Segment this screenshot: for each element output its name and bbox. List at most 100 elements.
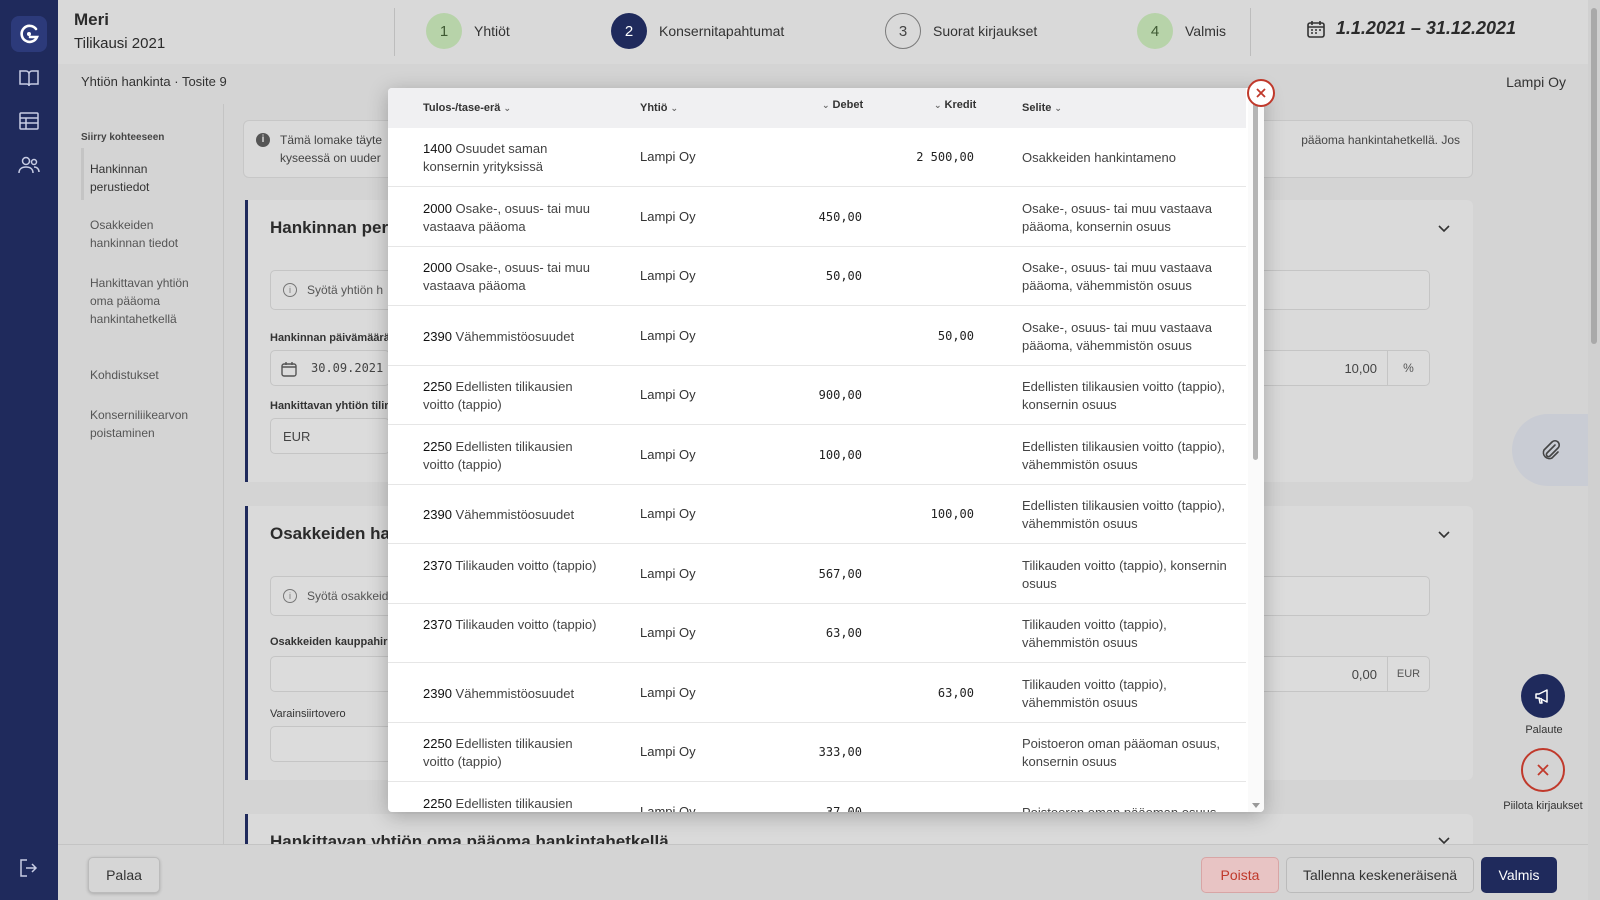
column-label: Selite bbox=[1022, 102, 1052, 114]
account-cell: 1400 Osuudet saman konsernin yrityksissä bbox=[423, 140, 603, 176]
app-logo-icon[interactable] bbox=[11, 16, 47, 52]
account-cell: 2000 Osake-, osuus- tai muu vastaava pää… bbox=[423, 259, 603, 295]
step-label: Suorat kirjaukset bbox=[933, 23, 1038, 39]
feedback-label: Palaute bbox=[1525, 724, 1563, 736]
date-label: Hankinnan päivämäärä bbox=[270, 332, 390, 344]
step-number: 4 bbox=[1137, 13, 1173, 49]
company-cell: Lampi Oy bbox=[640, 506, 696, 521]
column-company[interactable]: Yhtiö ⌄ bbox=[640, 102, 678, 114]
scroll-down-icon[interactable] bbox=[1252, 803, 1260, 808]
description-cell: Tilikauden voitto (tappio), vähemmistön … bbox=[1022, 617, 1167, 650]
description-cell: Osake-, osuus- tai muu vastaava pääoma, … bbox=[1022, 319, 1213, 353]
info-icon: i bbox=[283, 283, 297, 297]
table-header: Tulos-/tase-erä ⌄ Yhtiö ⌄ ⌄ Debet ⌄ Kredit S… bbox=[388, 88, 1246, 128]
table-row: 2390 Vähemmistöosuudet Lampi Oy 50,00 Osake… bbox=[388, 307, 1246, 366]
price-label: Osakkeiden kauppahir bbox=[270, 636, 388, 648]
bottom-bar: Palaa Poista Tallenna keskeneräisenä Val… bbox=[58, 844, 1588, 900]
step-label: Valmis bbox=[1185, 23, 1226, 39]
percent-unit: % bbox=[1387, 351, 1429, 385]
account-code: 2390 bbox=[423, 328, 452, 344]
description-cell: Osake-, osuus- tai muu vastaava pääoma, … bbox=[1022, 200, 1213, 234]
step-direct-entries[interactable]: 3 Suorat kirjaukset bbox=[885, 12, 1037, 50]
logout-icon[interactable] bbox=[17, 856, 41, 880]
table-row: 2000 Osake-, osuus- tai muu vastaava pää… bbox=[388, 247, 1246, 306]
info-icon: i bbox=[256, 133, 270, 147]
nav-item-equity[interactable]: Hankittavan yhtiön oma pääoma hankintahe… bbox=[90, 274, 210, 328]
account-code: 2370 bbox=[423, 557, 452, 573]
save-draft-button[interactable]: Tallenna keskeneräisenä bbox=[1286, 857, 1474, 893]
back-button[interactable]: Palaa bbox=[88, 857, 160, 893]
table-row: 2250 Edellisten tilikausien voitto (tapp… bbox=[388, 723, 1246, 782]
account-code: 2250 bbox=[423, 379, 452, 394]
column-description[interactable]: Selite ⌄ bbox=[1022, 102, 1062, 114]
nav-item-allocations[interactable]: Kohdistukset bbox=[90, 366, 210, 384]
table-icon[interactable] bbox=[17, 109, 41, 133]
account-code: 2000 bbox=[423, 260, 452, 275]
users-icon[interactable] bbox=[17, 153, 41, 177]
info-text: pääoma hankintahetkellä. Jos bbox=[1301, 133, 1460, 147]
page-scrollbar[interactable] bbox=[1588, 0, 1600, 900]
book-icon[interactable] bbox=[17, 66, 41, 90]
column-account[interactable]: Tulos-/tase-erä ⌄ bbox=[423, 102, 511, 114]
description-cell: Poistoeron oman pääoman osuus, bbox=[1022, 804, 1221, 813]
company-cell: Lampi Oy bbox=[640, 208, 696, 224]
step-companies[interactable]: 1 Yhtiöt bbox=[426, 12, 510, 50]
nav-item-basics[interactable]: Hankinnan perustiedot bbox=[90, 160, 210, 196]
hint-text: Syötä osakkeid bbox=[307, 589, 389, 603]
description-cell: Edellisten tilikausien voitto (tappio), … bbox=[1022, 379, 1226, 412]
megaphone-icon bbox=[1535, 689, 1548, 704]
close-icon bbox=[1537, 764, 1549, 776]
modal-scrollbar[interactable] bbox=[1248, 88, 1264, 812]
step-group-events[interactable]: 2 Konsernitapahtumat bbox=[611, 12, 784, 50]
account-cell: 2370 Tilikauden voitto (tappio) bbox=[423, 557, 603, 575]
percent-input[interactable]: 10,00 % bbox=[1248, 350, 1430, 386]
currency-label: Hankittavan yhtiön tilir bbox=[270, 400, 389, 412]
account-name: Tilikauden voitto (tappio) bbox=[455, 617, 597, 632]
sort-icon: ⌄ bbox=[503, 102, 511, 113]
date-input[interactable]: 30.09.2021 bbox=[270, 350, 390, 386]
tax-label: Varainsiirtovero bbox=[270, 708, 346, 720]
currency-select[interactable]: EUR bbox=[270, 418, 390, 454]
debit-cell: 450,00 bbox=[818, 209, 862, 224]
nav-item-goodwill-removal[interactable]: Konserniliikearvon poistaminen bbox=[90, 406, 210, 442]
chevron-down-icon[interactable] bbox=[1437, 528, 1451, 542]
description-cell: Edellisten tilikausien voitto (tappio), … bbox=[1022, 498, 1226, 531]
scrollbar-thumb[interactable] bbox=[1591, 8, 1597, 344]
calendar-icon bbox=[1307, 20, 1325, 38]
feedback-button[interactable] bbox=[1521, 674, 1565, 718]
chevron-down-icon[interactable] bbox=[1437, 222, 1451, 236]
scrollbar-thumb[interactable] bbox=[1253, 102, 1258, 460]
sort-icon: ⌄ bbox=[934, 99, 942, 110]
account-name: Vähemmistöosuudet bbox=[455, 507, 575, 522]
hide-entries-label: Piilota kirjaukset bbox=[1503, 800, 1583, 812]
account-cell: 2250 Edellisten tilikausien voitto (tapp… bbox=[423, 378, 603, 414]
description-cell: Osake-, osuus- tai muu vastaava pääoma, … bbox=[1022, 260, 1213, 293]
account-code: 2250 bbox=[423, 795, 452, 811]
info-text: Tämä lomake täyte bbox=[280, 133, 383, 147]
period-selector[interactable]: 1.1.2021 – 31.12.2021 bbox=[1306, 18, 1516, 39]
column-debit[interactable]: ⌄ Debet bbox=[822, 99, 863, 111]
nav-item-share-acquisition[interactable]: Osakkeiden hankinnan tiedot bbox=[90, 216, 210, 252]
table-row: 2250 Edellisten tilikausien Lampi Oy 37,00… bbox=[388, 783, 1246, 813]
account-code: 1400 bbox=[423, 141, 452, 156]
active-indicator bbox=[81, 148, 84, 200]
account-cell: 2370 Tilikauden voitto (tappio) bbox=[423, 616, 603, 634]
delete-button[interactable]: Poista bbox=[1201, 857, 1279, 893]
account-code: 2370 bbox=[423, 617, 452, 632]
credit-cell: 63,00 bbox=[937, 685, 974, 700]
close-icon bbox=[1256, 88, 1266, 98]
column-label: Debet bbox=[832, 99, 864, 111]
company-cell: Lampi Oy bbox=[640, 327, 696, 343]
selected-company: Lampi Oy bbox=[1506, 74, 1566, 90]
sort-icon: ⌄ bbox=[1054, 102, 1062, 113]
attachment-button[interactable] bbox=[1512, 414, 1588, 486]
step-ready[interactable]: 4 Valmis bbox=[1137, 12, 1226, 50]
company-cell: Lampi Oy bbox=[640, 565, 696, 581]
hide-entries-button[interactable] bbox=[1521, 748, 1565, 792]
entries-modal: Tulos-/tase-erä ⌄ Yhtiö ⌄ ⌄ Debet ⌄ Kredit S… bbox=[388, 88, 1264, 812]
account-cell: 2250 Edellisten tilikausien bbox=[423, 795, 603, 813]
column-credit[interactable]: ⌄ Kredit bbox=[934, 99, 976, 111]
credit-cell: 100,00 bbox=[930, 507, 974, 521]
done-button[interactable]: Valmis bbox=[1481, 857, 1557, 893]
close-modal-button[interactable] bbox=[1247, 79, 1275, 107]
